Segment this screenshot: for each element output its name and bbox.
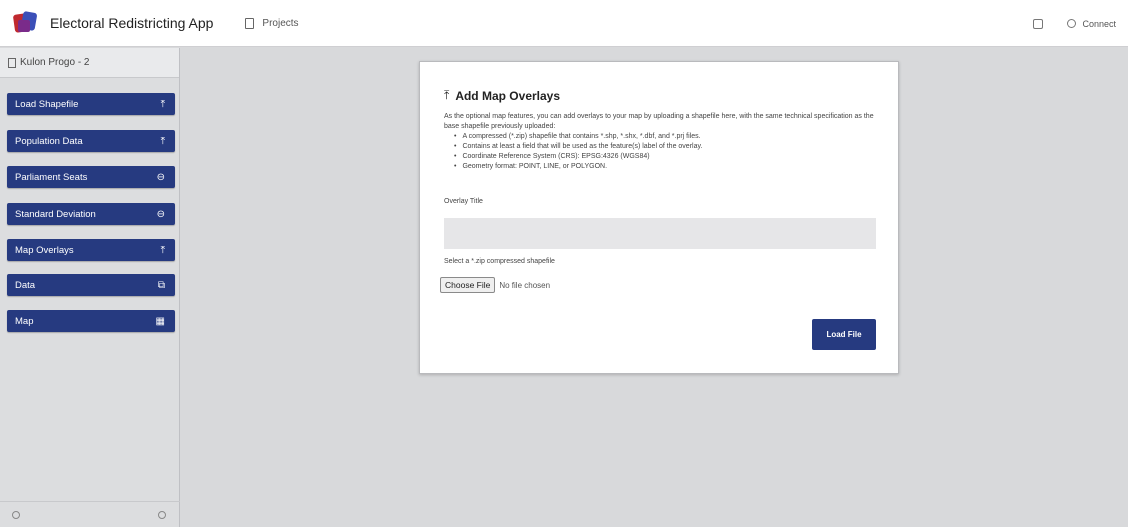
map-icon: ▦ [155, 315, 165, 327]
upload-icon: ⤒ [160, 135, 165, 147]
connect-button[interactable]: Connect [1067, 19, 1116, 29]
upload-icon: ⤒ [160, 98, 165, 110]
table-icon: ⧉ [157, 279, 165, 291]
circle-arrow-icon: ⊖ [156, 171, 165, 183]
info-icon[interactable] [12, 510, 20, 519]
settings-icon[interactable] [1033, 18, 1044, 29]
requirements-list: A compressed (*.zip) shapefile that cont… [454, 132, 874, 172]
list-item: Contains at least a field that will be u… [454, 142, 874, 152]
help-icon[interactable] [158, 510, 166, 519]
select-file-label: Select a *.zip compressed shapefile [444, 258, 555, 265]
dialog-intro: As the optional map features, you can ad… [444, 113, 874, 130]
nav-label: Data [15, 279, 36, 291]
list-item: Coordinate Reference System (CRS): EPSG:… [454, 152, 874, 162]
nav-label: Load Shapefile [15, 98, 79, 110]
project-selector[interactable]: Kulon Progo - 2 [0, 48, 179, 78]
connect-label: Connect [1082, 18, 1116, 29]
map-overlays-button[interactable]: Map Overlays ⤒ [7, 239, 175, 261]
overlay-title-label: Overlay Title [444, 198, 483, 205]
app-logo[interactable] [10, 8, 40, 38]
load-file-button[interactable]: Load File [812, 319, 876, 350]
overlay-title-input[interactable] [444, 218, 876, 249]
nav-label: Map Overlays [15, 244, 74, 256]
dialog-title-text: Add Map Overlays [455, 88, 561, 103]
projects-link[interactable]: Projects [245, 17, 299, 29]
parliament-seats-button[interactable]: Parliament Seats ⊖ [7, 166, 175, 188]
document-icon [8, 57, 16, 68]
sidebar-footer [0, 501, 180, 527]
file-picker: Choose File No file chosen [440, 277, 550, 293]
data-button[interactable]: Data ⧉ [7, 274, 175, 296]
map-button[interactable]: Map ▦ [7, 310, 175, 332]
upload-icon: ⤒ [160, 244, 165, 256]
nav-label: Parliament Seats [15, 171, 88, 183]
app-title[interactable]: Electoral Redistricting App [50, 15, 213, 31]
projects-label: Projects [262, 17, 299, 29]
upload-icon: ⤒ [444, 88, 450, 102]
no-file-text: No file chosen [499, 280, 551, 290]
dialog-title: ⤒ Add Map Overlays [444, 88, 560, 103]
top-right-controls: Connect [1033, 0, 1116, 47]
choose-file-button[interactable]: Choose File [440, 277, 496, 293]
top-bar: Electoral Redistricting App Projects Con… [0, 0, 1128, 47]
list-item: Geometry format: POINT, LINE, or POLYGON… [454, 162, 874, 172]
list-item: A compressed (*.zip) shapefile that cont… [454, 132, 874, 142]
population-data-button[interactable]: Population Data ⤒ [7, 130, 175, 152]
document-icon [245, 17, 255, 29]
nav-label: Map [15, 315, 34, 327]
circle-arrow-icon: ⊖ [156, 208, 165, 220]
nav-label: Population Data [15, 135, 83, 147]
sidebar: Kulon Progo - 2 Load Shapefile ⤒ Populat… [0, 48, 180, 527]
add-map-overlays-dialog: ⤒ Add Map Overlays As the optional map f… [419, 61, 899, 374]
standard-deviation-button[interactable]: Standard Deviation ⊖ [7, 203, 175, 225]
project-name: Kulon Progo - 2 [20, 57, 90, 68]
plug-icon [1067, 19, 1077, 28]
nav-label: Standard Deviation [15, 208, 96, 220]
load-shapefile-button[interactable]: Load Shapefile ⤒ [7, 93, 175, 115]
